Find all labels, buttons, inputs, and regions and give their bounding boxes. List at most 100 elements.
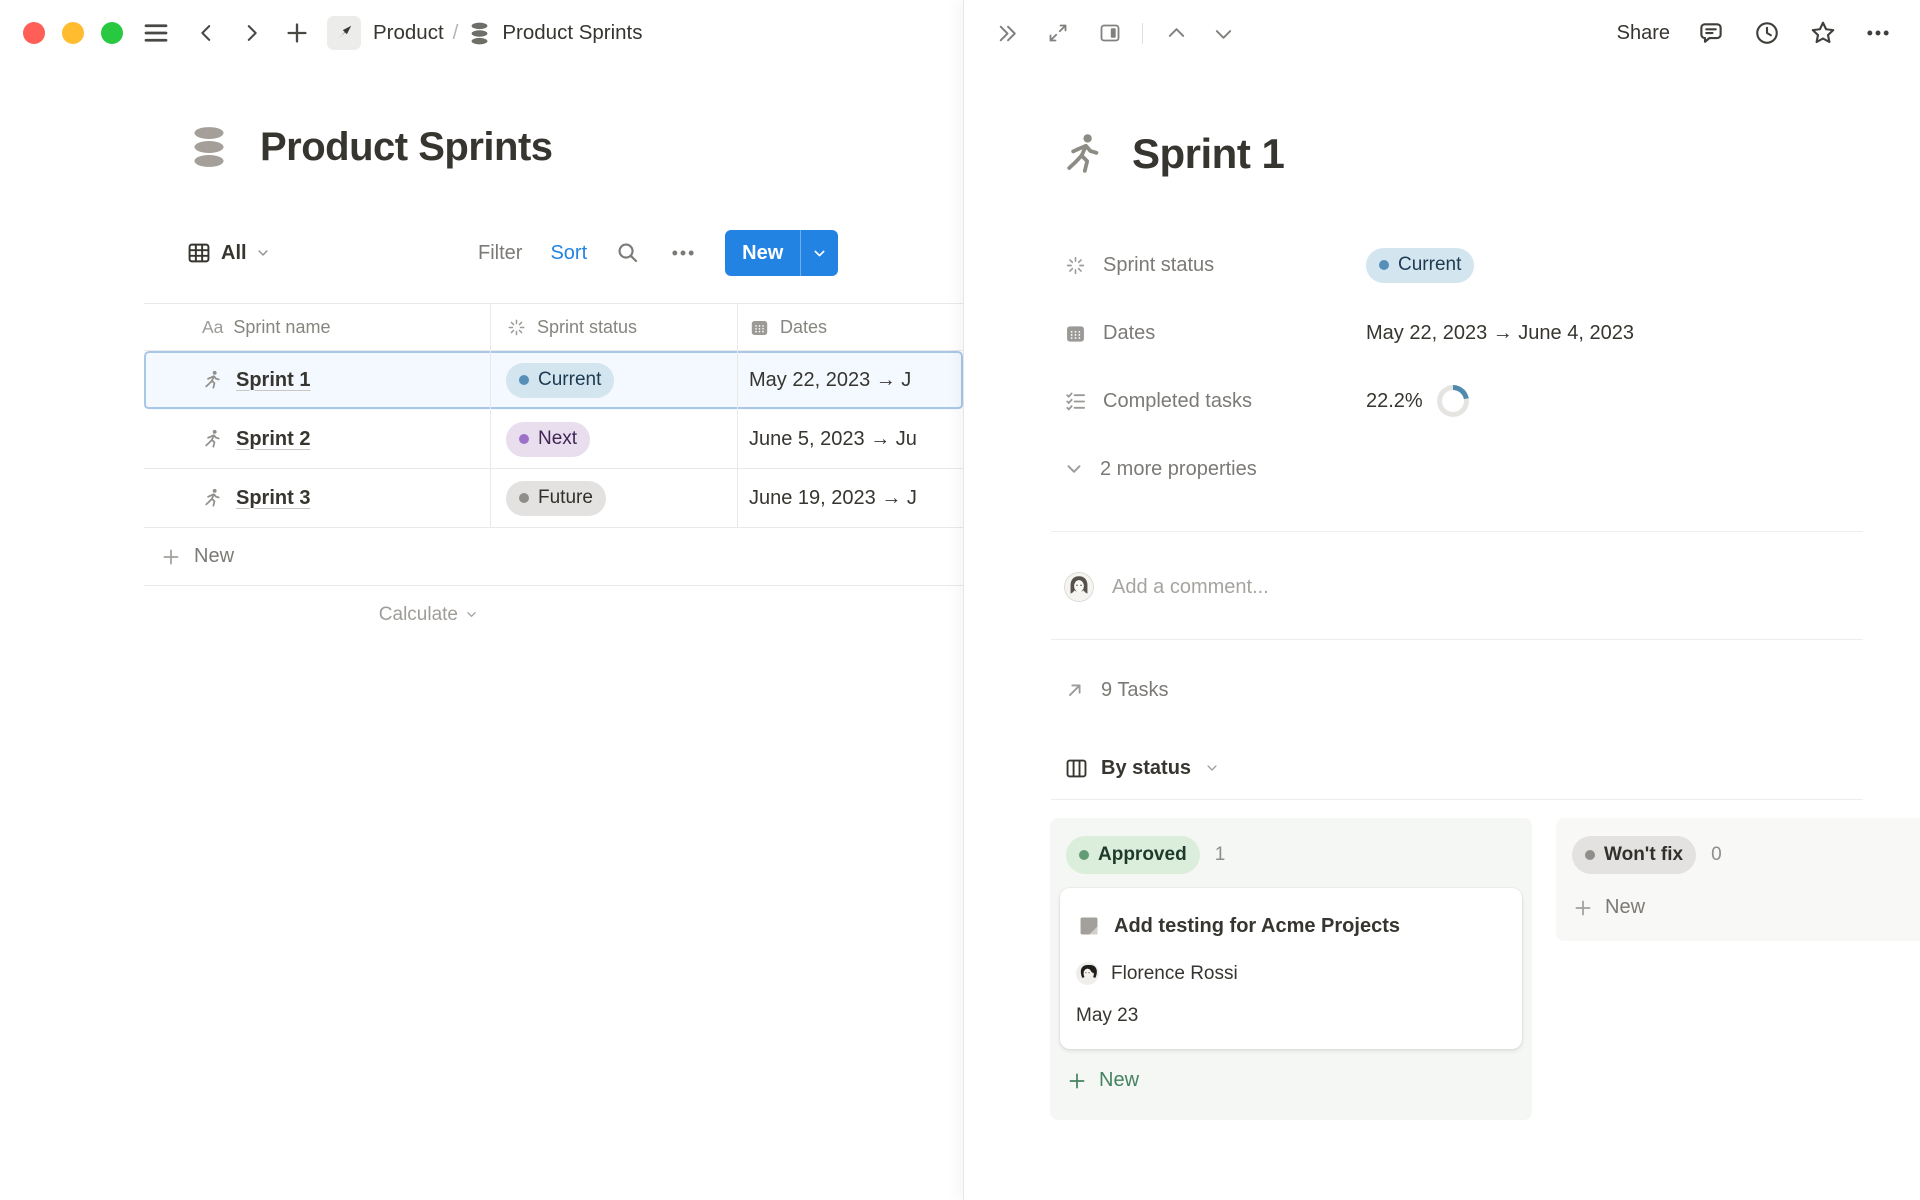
more-properties-button[interactable]: 2 more properties [1064, 458, 1257, 481]
page-icon [1076, 913, 1102, 939]
checklist-property-icon [1064, 390, 1087, 413]
property-label[interactable]: Completed tasks [1064, 390, 1366, 413]
window-topbar: Product / Product Sprints [0, 0, 963, 66]
page-title: Product Sprints [186, 118, 553, 176]
side-peek-mode-icon[interactable] [1098, 21, 1122, 45]
sprint-name-cell[interactable]: Sprint 1 [144, 351, 490, 409]
wont-fix-pill[interactable]: Won't fix [1572, 836, 1696, 874]
sprint-status-cell[interactable]: Future [490, 469, 737, 527]
calculate-button[interactable]: Calculate [144, 586, 490, 643]
new-row-button[interactable]: New [144, 528, 963, 586]
column-header-sprint-status[interactable]: Sprint status [490, 304, 737, 350]
comments-icon[interactable] [1696, 18, 1726, 48]
favorite-star-icon[interactable] [1808, 18, 1838, 48]
zoom-window-button[interactable] [101, 22, 123, 44]
new-button[interactable]: New [725, 230, 838, 276]
breadcrumb-product-page-icon[interactable] [327, 16, 361, 50]
property-value[interactable]: Current [1366, 248, 1474, 283]
more-options-icon[interactable] [669, 239, 697, 267]
task-date: May 23 [1076, 1005, 1506, 1027]
previous-page-icon[interactable] [1165, 22, 1188, 45]
dates-value: June 19, 2023 → J [749, 487, 917, 510]
runner-icon [202, 487, 224, 509]
sort-button[interactable]: Sort [550, 242, 587, 265]
property-label[interactable]: Sprint status [1064, 254, 1366, 277]
share-button[interactable]: Share [1617, 22, 1670, 45]
new-card-label: New [1099, 1069, 1139, 1092]
approved-pill[interactable]: Approved [1066, 836, 1200, 874]
search-icon[interactable] [615, 240, 641, 266]
sprint-name-link[interactable]: Sprint 3 [236, 487, 310, 510]
divider [1051, 639, 1863, 640]
column-label: Sprint name [233, 317, 330, 338]
property-row-dates: Dates May 22, 2023 → June 4, 2023 [1064, 311, 1634, 355]
dates-cell[interactable]: June 5, 2023 → Ju [737, 410, 963, 468]
new-button-chevron[interactable] [801, 230, 838, 276]
chevron-down-icon [1205, 761, 1219, 775]
more-properties-label: 2 more properties [1100, 458, 1257, 481]
property-value[interactable]: 22.2% [1366, 385, 1469, 417]
close-peek-icon[interactable] [995, 21, 1020, 46]
next-page-icon[interactable] [1212, 22, 1235, 45]
status-dot [519, 375, 529, 385]
property-row-sprint-status: Sprint status Current [1064, 243, 1634, 287]
sprint-name-cell[interactable]: Sprint 3 [144, 469, 490, 527]
forward-icon[interactable] [241, 20, 263, 46]
table-row-sprint-1[interactable]: Sprint 1 Current May 22, 2023 → J [144, 351, 963, 410]
board-view-selector[interactable]: By status [1064, 746, 1219, 790]
toolbar-divider [1142, 23, 1143, 44]
new-button-label[interactable]: New [725, 230, 800, 276]
arrow-up-right-icon [1064, 679, 1086, 701]
close-window-button[interactable] [23, 22, 45, 44]
new-tab-icon[interactable] [283, 19, 311, 47]
back-icon[interactable] [195, 20, 217, 46]
peek-toolbar-left [995, 21, 1235, 46]
table-row-sprint-3[interactable]: Sprint 3 Future June 19, 2023 → J [144, 469, 963, 528]
property-label[interactable]: Dates [1064, 322, 1366, 345]
view-tab-all[interactable]: All [186, 229, 270, 277]
sprint-name-link[interactable]: Sprint 2 [236, 428, 310, 451]
dates-cell[interactable]: June 19, 2023 → J [737, 469, 963, 527]
tasks-backlink[interactable]: 9 Tasks [1064, 668, 1168, 712]
dates-value: June 5, 2023 → Ju [749, 428, 917, 451]
task-card[interactable]: Add testing for Acme Projects Florence R… [1060, 888, 1522, 1049]
column-header-sprint-name[interactable]: Aa Sprint name [144, 304, 490, 350]
peek-title-text[interactable]: Sprint 1 [1132, 130, 1284, 178]
dates-cell[interactable]: May 22, 2023 → J [737, 351, 963, 409]
chevron-down-icon [1064, 459, 1084, 479]
expand-page-icon[interactable] [1046, 21, 1070, 45]
view-tab-label: All [221, 242, 247, 265]
sprint-name-link[interactable]: Sprint 1 [236, 369, 310, 392]
table-row-sprint-2[interactable]: Sprint 2 Next June 5, 2023 → Ju [144, 410, 963, 469]
divider [1051, 799, 1863, 800]
more-options-icon[interactable] [1864, 19, 1892, 47]
board-new-card-button[interactable]: New [1562, 890, 1920, 925]
minimize-window-button[interactable] [62, 22, 84, 44]
more-properties-row: 2 more properties [1064, 447, 1634, 491]
date-property-icon [749, 317, 770, 338]
filter-button[interactable]: Filter [478, 242, 522, 265]
comment-input[interactable] [1112, 576, 1672, 599]
breadcrumb-separator: / [453, 21, 459, 45]
status-property-icon [506, 317, 527, 338]
property-label-text: Sprint status [1103, 254, 1214, 277]
updates-clock-icon[interactable] [1752, 18, 1782, 48]
status-dot [1079, 850, 1089, 860]
property-label-text: Completed tasks [1103, 390, 1252, 413]
breadcrumb-product-sprints[interactable]: Product Sprints [502, 21, 642, 45]
column-header-dates[interactable]: Dates [737, 304, 963, 350]
property-list: Sprint status Current Dates May 22, 2023… [1064, 243, 1634, 491]
sprint-status-cell[interactable]: Current [490, 351, 737, 409]
page-title-text: Product Sprints [260, 125, 553, 170]
breadcrumb-database-icon [467, 21, 492, 46]
chevron-down-icon [465, 608, 478, 621]
breadcrumb-product[interactable]: Product [373, 21, 444, 45]
runner-icon[interactable] [1060, 130, 1108, 178]
sprint-name-cell[interactable]: Sprint 2 [144, 410, 490, 468]
sprint-status-cell[interactable]: Next [490, 410, 737, 468]
sidebar-toggle-icon[interactable] [141, 18, 171, 48]
assignee-avatar [1076, 962, 1099, 985]
property-value[interactable]: May 22, 2023 → June 4, 2023 [1366, 322, 1634, 345]
tasks-backlink-label: 9 Tasks [1101, 679, 1168, 702]
board-new-card-button[interactable]: New [1056, 1063, 1526, 1098]
